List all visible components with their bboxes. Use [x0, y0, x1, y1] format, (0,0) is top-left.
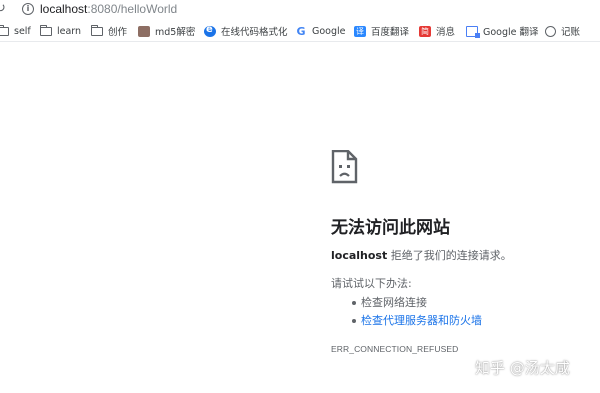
site-info-icon[interactable]: i [22, 3, 34, 15]
folder-icon [39, 25, 52, 36]
suggestion-check-proxy-link[interactable]: 检查代理服务器和防火墙 [331, 312, 591, 330]
jianshu-icon: 简 [419, 25, 431, 37]
suggestions-heading: 请试试以下办法: [331, 277, 412, 290]
bookmark-baidu-translate[interactable]: 译百度翻译 [354, 24, 409, 38]
error-description-text: 拒绝了我们的连接请求。 [387, 249, 512, 262]
folder-icon [90, 25, 103, 36]
url-host: localhost [40, 2, 88, 16]
google-translate-icon [466, 25, 480, 38]
sad-document-icon [331, 150, 358, 184]
url-text[interactable]: localhost:8080/helloWorld [40, 1, 177, 17]
bookmark-label: 百度翻译 [371, 27, 410, 38]
error-title: 无法访问此网站 [331, 218, 450, 238]
suggestions-list: 检查网络连接 检查代理服务器和防火墙 [331, 294, 591, 330]
baidu-translate-icon: 译 [354, 25, 366, 37]
bookmark-label: learn [57, 25, 82, 37]
bookmark-label: md5解密 [155, 27, 196, 38]
bookmarks-bar: self learn 创作 md5解密 在线代码格式化 G Google 译百度翻… [0, 20, 600, 42]
bookmark-label: 在线代码格式化 [221, 27, 288, 38]
error-description: localhost 拒绝了我们的连接请求。 [331, 248, 591, 264]
bookmark-label: 记账 [561, 27, 581, 38]
bookmark-label: 消息 [436, 27, 456, 38]
bookmark-google[interactable]: G Google [295, 24, 346, 38]
folder-icon [0, 25, 9, 36]
bookmark-messages[interactable]: 简消息 [419, 24, 455, 38]
address-bar[interactable]: ↻ i localhost:8080/helloWorld [0, 0, 600, 18]
bookmark-label: Google 翻译 [483, 27, 539, 38]
bookmark-self[interactable]: self [0, 24, 31, 38]
bookmark-label: Google [312, 25, 346, 37]
bookmark-learn[interactable]: learn [39, 24, 82, 38]
url-path: :8080/helloWorld [87, 2, 178, 16]
bookmark-create[interactable]: 创作 [90, 24, 128, 38]
code-format-icon [204, 24, 216, 37]
google-icon: G [296, 24, 306, 38]
bookmark-label: 创作 [108, 27, 128, 38]
bookmark-accounting[interactable]: 记账 [545, 24, 580, 38]
reload-icon[interactable]: ↻ [0, 1, 6, 17]
error-host: localhost [331, 249, 388, 262]
globe-icon [545, 25, 556, 37]
error-code: ERR_CONNECTION_REFUSED [331, 344, 459, 354]
bookmark-google-translate[interactable]: Google 翻译 [466, 24, 539, 38]
bookmark-code-format[interactable]: 在线代码格式化 [204, 24, 288, 38]
bookmark-label: self [14, 25, 31, 37]
error-panel: 无法访问此网站 localhost 拒绝了我们的连接请求。 请试试以下办法: 检… [331, 150, 591, 355]
md5-icon [138, 25, 150, 37]
watermark: 知乎 @汤太咸 [475, 359, 570, 377]
bookmark-md5[interactable]: md5解密 [138, 24, 195, 38]
suggestion-check-network: 检查网络连接 [331, 294, 591, 312]
